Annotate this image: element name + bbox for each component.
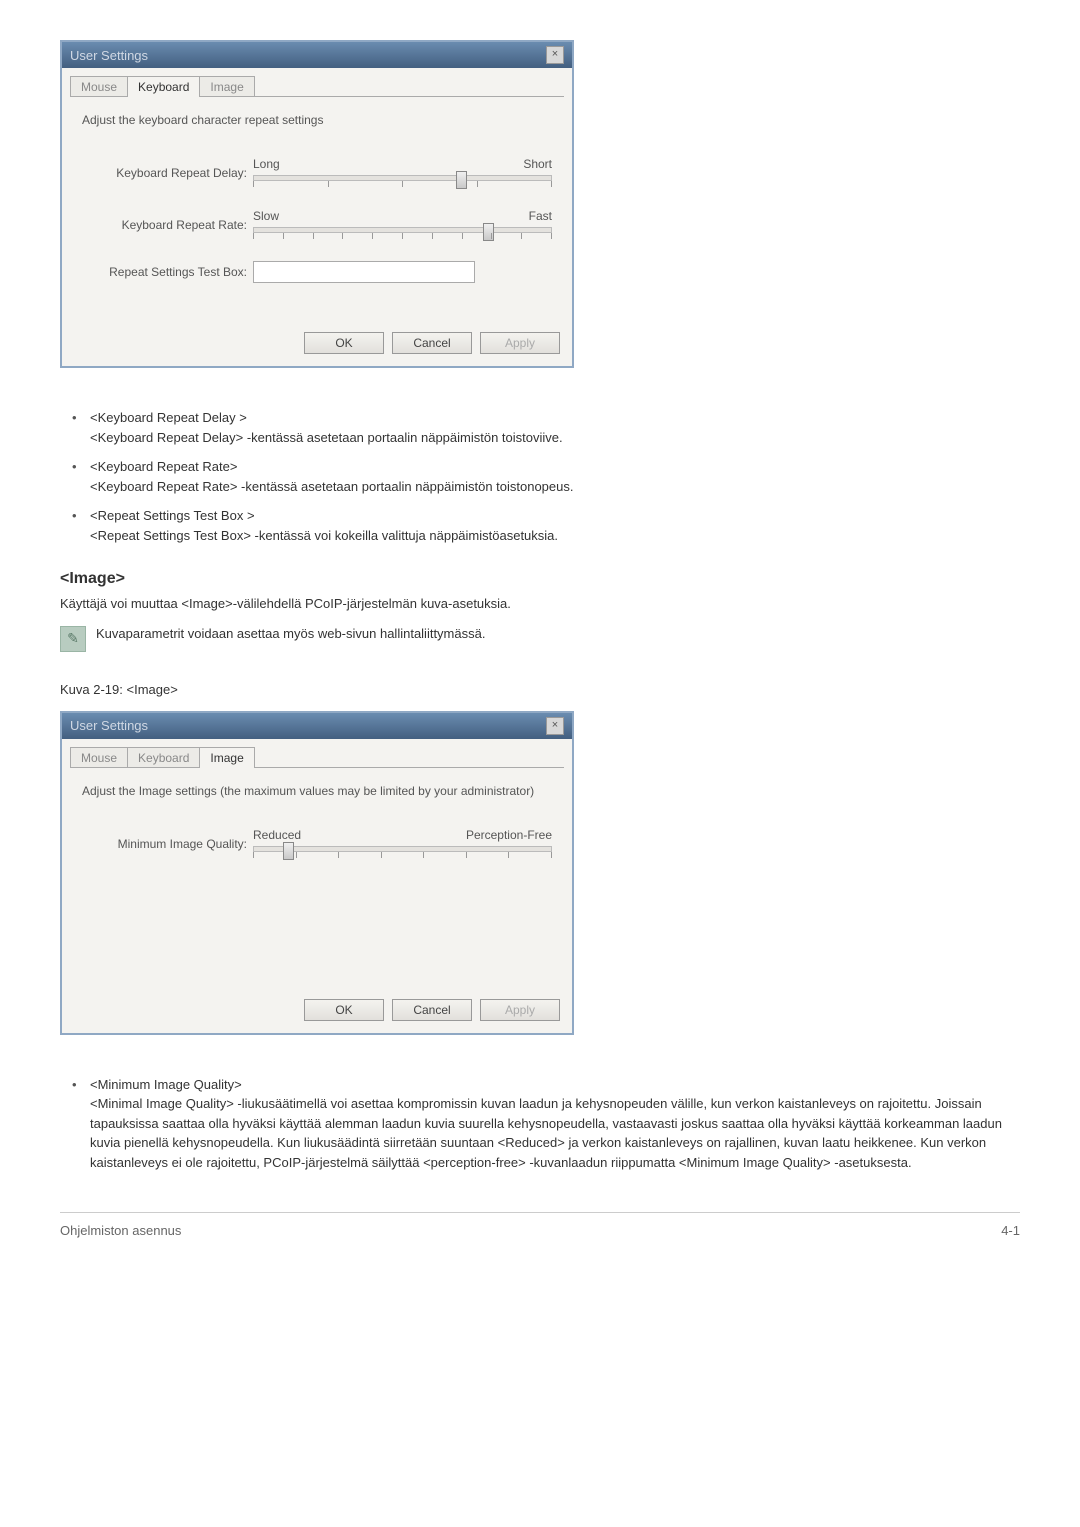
- cancel-button[interactable]: Cancel: [392, 332, 472, 354]
- list-item: <Keyboard Repeat Delay > <Keyboard Repea…: [90, 408, 1020, 447]
- repeat-delay-label: Keyboard Repeat Delay:: [82, 166, 253, 180]
- panel-description: Adjust the Image settings (the maximum v…: [82, 784, 552, 798]
- note-text: Kuvaparametrit voidaan asettaa myös web-…: [96, 626, 485, 641]
- dialog-title-text: User Settings: [70, 718, 148, 733]
- row-min-image-quality: Minimum Image Quality: Reduced Perceptio…: [82, 828, 552, 860]
- section-heading-image: <Image>: [60, 570, 1020, 588]
- cancel-button[interactable]: Cancel: [392, 999, 472, 1021]
- ok-button[interactable]: OK: [304, 332, 384, 354]
- test-box-input[interactable]: [253, 261, 475, 283]
- user-settings-dialog-keyboard: User Settings × Mouse Keyboard Image Adj…: [60, 40, 574, 368]
- ok-button[interactable]: OK: [304, 999, 384, 1021]
- list-item: <Keyboard Repeat Rate> <Keyboard Repeat …: [90, 457, 1020, 496]
- dialog-title-text: User Settings: [70, 48, 148, 63]
- apply-button[interactable]: Apply: [480, 999, 560, 1021]
- description-list-image: <Minimum Image Quality> <Minimal Image Q…: [60, 1075, 1020, 1173]
- list-item: <Minimum Image Quality> <Minimal Image Q…: [90, 1075, 1020, 1173]
- list-term: <Keyboard Repeat Rate>: [90, 459, 237, 474]
- row-repeat-delay: Keyboard Repeat Delay: Long Short: [82, 157, 552, 189]
- tab-keyboard[interactable]: Keyboard: [127, 76, 200, 97]
- apply-button[interactable]: Apply: [480, 332, 560, 354]
- repeat-rate-label: Keyboard Repeat Rate:: [82, 218, 253, 232]
- close-icon[interactable]: ×: [546, 717, 564, 735]
- slider-left-label: Slow: [253, 209, 279, 223]
- list-desc: <Repeat Settings Test Box> -kentässä voi…: [90, 528, 558, 543]
- list-term: <Keyboard Repeat Delay >: [90, 410, 247, 425]
- section-body-text: Käyttäjä voi muuttaa <Image>-välilehdell…: [60, 594, 1020, 614]
- tabs-row: Mouse Keyboard Image: [62, 739, 572, 768]
- min-image-quality-label: Minimum Image Quality:: [82, 837, 253, 851]
- list-desc: <Keyboard Repeat Rate> -kentässä aseteta…: [90, 479, 574, 494]
- repeat-rate-slider[interactable]: Slow Fast: [253, 209, 552, 241]
- tab-mouse[interactable]: Mouse: [70, 76, 128, 97]
- footer-right: 4-1: [1001, 1223, 1020, 1238]
- user-settings-dialog-image: User Settings × Mouse Keyboard Image Adj…: [60, 711, 574, 1035]
- figure-caption: Kuva 2-19: <Image>: [60, 682, 1020, 697]
- note-row: ✎ Kuvaparametrit voidaan asettaa myös we…: [60, 626, 1020, 652]
- list-desc: <Keyboard Repeat Delay> -kentässä asetet…: [90, 430, 563, 445]
- description-list-keyboard: <Keyboard Repeat Delay > <Keyboard Repea…: [60, 408, 1020, 545]
- repeat-delay-slider[interactable]: Long Short: [253, 157, 552, 189]
- footer-left: Ohjelmiston asennus: [60, 1223, 181, 1238]
- tab-mouse[interactable]: Mouse: [70, 747, 128, 768]
- slider-right-label: Fast: [529, 209, 552, 223]
- list-desc: <Minimal Image Quality> -liukusäätimellä…: [90, 1096, 1002, 1170]
- dialog-button-row: OK Cancel Apply: [62, 324, 572, 366]
- slider-right-label: Short: [523, 157, 552, 171]
- tab-panel: Adjust the keyboard character repeat set…: [70, 96, 564, 313]
- note-icon: ✎: [60, 626, 86, 652]
- min-image-quality-slider[interactable]: Reduced Perception-Free: [253, 828, 552, 860]
- list-item: <Repeat Settings Test Box > <Repeat Sett…: [90, 506, 1020, 545]
- tabs-row: Mouse Keyboard Image: [62, 68, 572, 97]
- panel-description: Adjust the keyboard character repeat set…: [82, 113, 552, 127]
- page-footer: Ohjelmiston asennus 4-1: [60, 1212, 1020, 1238]
- slider-left-label: Reduced: [253, 828, 301, 842]
- slider-left-label: Long: [253, 157, 280, 171]
- tab-keyboard[interactable]: Keyboard: [127, 747, 200, 768]
- tab-image[interactable]: Image: [199, 76, 254, 97]
- list-term: <Minimum Image Quality>: [90, 1077, 242, 1092]
- row-repeat-rate: Keyboard Repeat Rate: Slow Fast: [82, 209, 552, 241]
- row-test-box: Repeat Settings Test Box:: [82, 261, 552, 283]
- tab-panel: Adjust the Image settings (the maximum v…: [70, 767, 564, 980]
- list-term: <Repeat Settings Test Box >: [90, 508, 255, 523]
- test-box-label: Repeat Settings Test Box:: [82, 265, 253, 279]
- tab-image[interactable]: Image: [199, 747, 254, 768]
- dialog-titlebar: User Settings ×: [62, 42, 572, 68]
- dialog-button-row: OK Cancel Apply: [62, 991, 572, 1033]
- close-icon[interactable]: ×: [546, 46, 564, 64]
- slider-right-label: Perception-Free: [466, 828, 552, 842]
- dialog-titlebar: User Settings ×: [62, 713, 572, 739]
